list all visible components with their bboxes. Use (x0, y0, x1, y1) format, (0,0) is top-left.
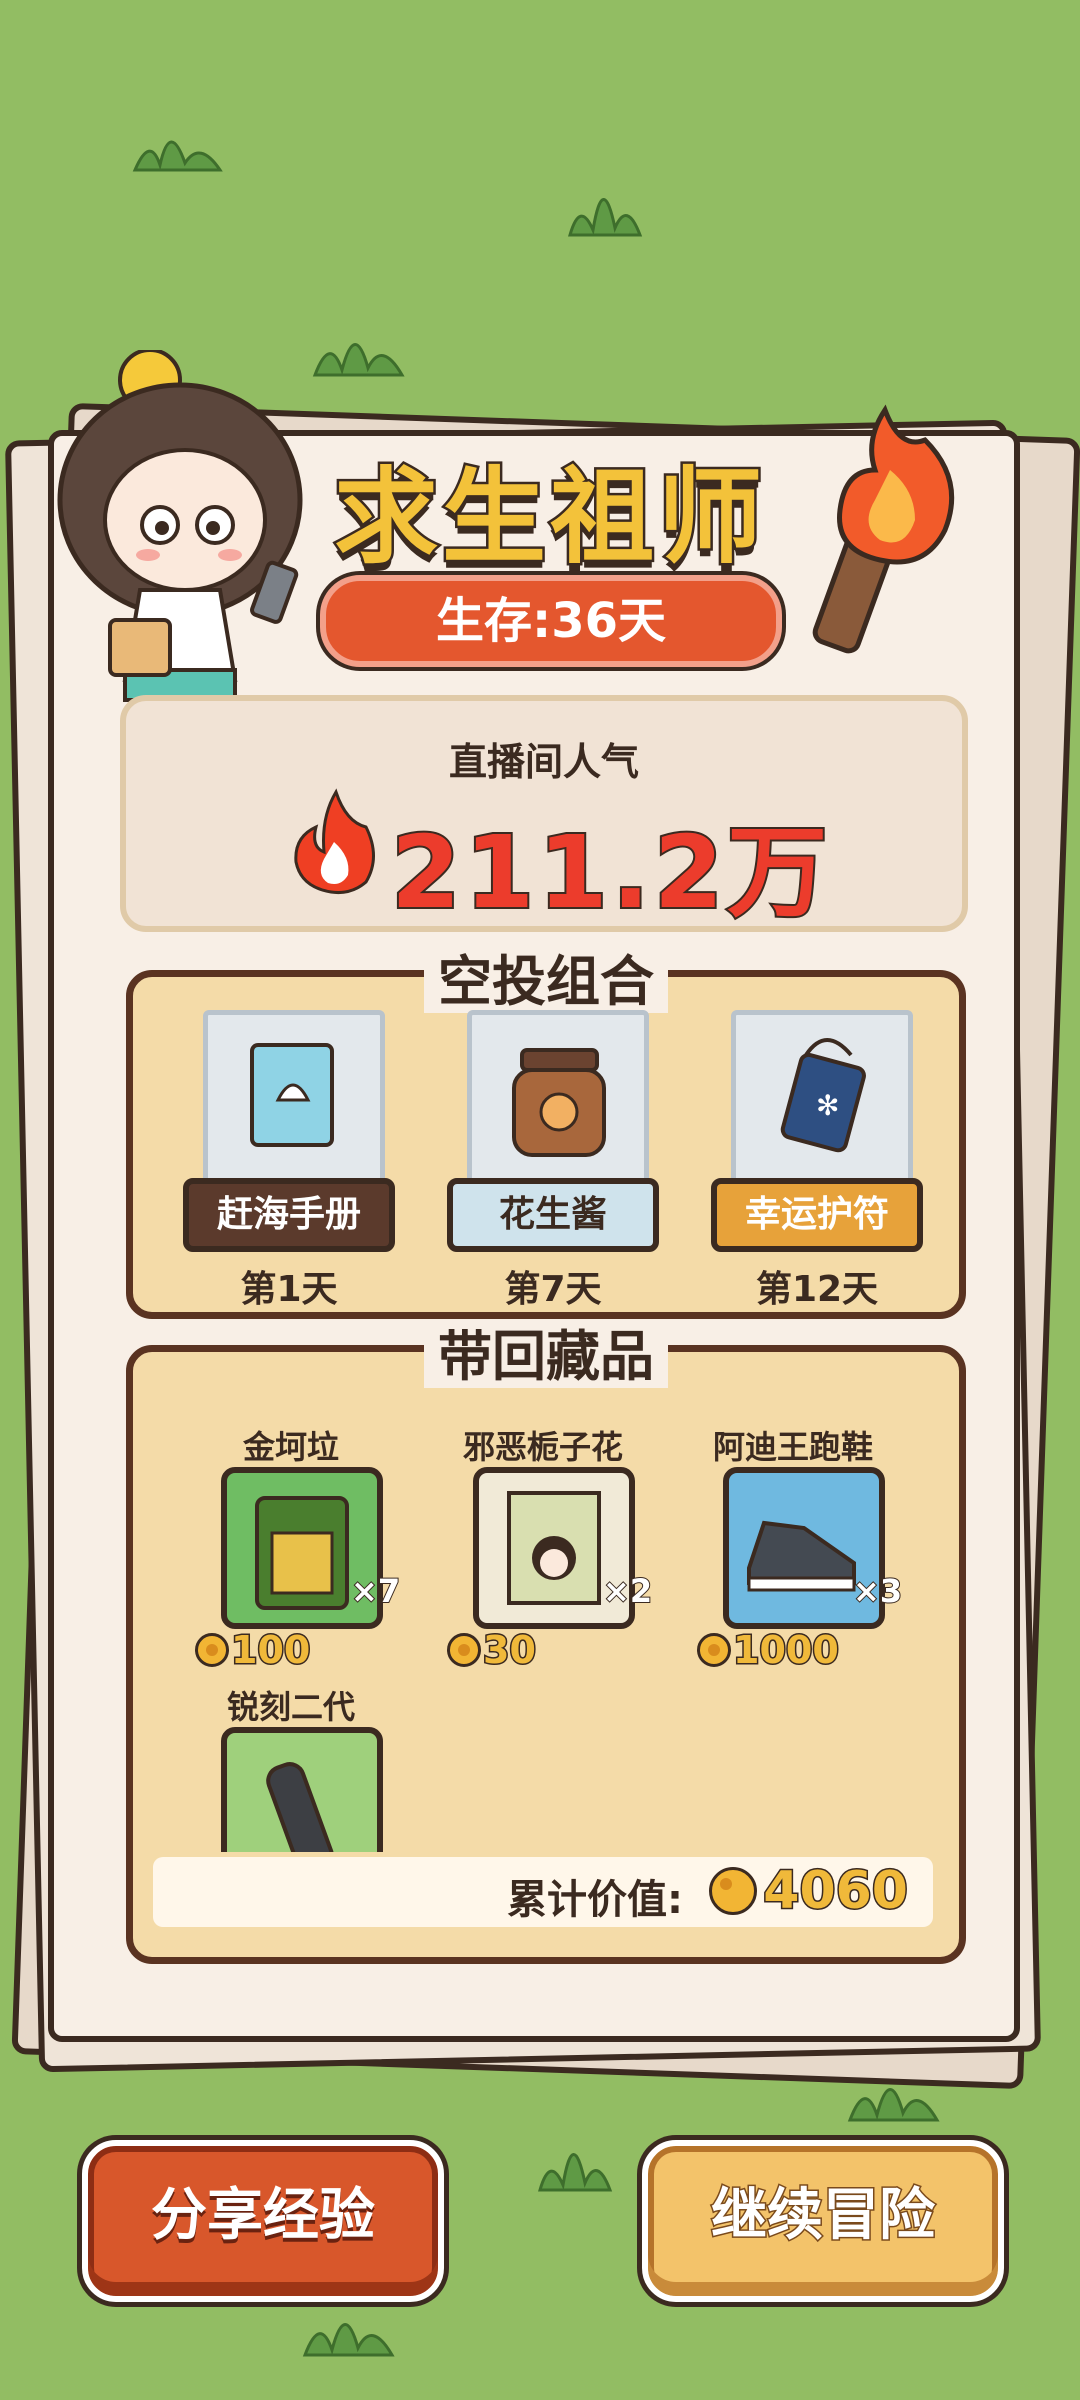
collection-item-count: ×2 (602, 1571, 653, 1611)
airdrop-title: 空投组合 (133, 937, 959, 1016)
collection-item-frame (221, 1727, 383, 1852)
collection-item-count: ×7 (350, 1571, 401, 1611)
collection-item-price: 1000 (697, 1627, 840, 1674)
coin-icon (447, 1633, 481, 1667)
peanut-butter-jar-icon (512, 1048, 606, 1157)
torch-icon (812, 404, 955, 654)
continue-adventure-button[interactable]: 继续冒险 (642, 2140, 1004, 2302)
survival-days-badge: 生存:36天 (320, 575, 782, 667)
collection-item-name: 邪恶栀子花 (462, 1428, 623, 1466)
collection-item-price: 100 (195, 1627, 312, 1674)
handbook-icon (250, 1043, 334, 1147)
page-title: 求生祖师 (331, 454, 766, 581)
total-value-bar: 累计价值: 4060 (153, 1857, 933, 1927)
collection-section: 带回藏品 金坷垃 ×7 100 邪恶栀子花 ×2 30 阿迪王跑鞋 ×3 100… (126, 1325, 966, 1964)
total-value-amount: 4060 (709, 1860, 909, 1923)
share-experience-button[interactable]: 分享经验 (82, 2140, 444, 2302)
airdrop-item-day: 第7天 (504, 1269, 602, 1310)
airdrop-item-name: 幸运护符 (711, 1178, 923, 1252)
airdrop-section: 空投组合 赶海手册 第1天 花生酱 第7天 ✻ 幸运护符 第12天 (126, 950, 966, 1319)
collection-item-name: 阿迪王跑鞋 (712, 1428, 873, 1466)
grass-decoration (568, 198, 643, 237)
coin-icon (709, 1867, 758, 1915)
coin-icon (697, 1633, 731, 1667)
popularity-label: 直播间人气 (448, 740, 639, 784)
collection-item-name: 锐刻二代 (226, 1688, 355, 1726)
airdrop-item-card: ✻ (731, 1010, 913, 1200)
airdrop-item-card (203, 1010, 385, 1200)
streamer-character-icon (57, 350, 303, 737)
popularity-value: 211.2万 (389, 812, 832, 933)
e-cigarette-icon (266, 1762, 334, 1852)
fire-icon (294, 788, 375, 894)
grass-decoration (312, 343, 405, 377)
coin-icon (195, 1633, 229, 1667)
collection-item[interactable]: 锐刻二代 (171, 1682, 411, 1852)
grass-decoration (538, 2153, 613, 2192)
collection-item-count: ×3 (852, 1571, 903, 1611)
total-value-label: 累计价值: (507, 1877, 683, 1923)
airdrop-item-day: 第12天 (755, 1269, 879, 1310)
grass-decoration (132, 140, 223, 172)
lucky-charm-icon: ✻ (780, 1038, 866, 1153)
collection-title: 带回藏品 (133, 1312, 959, 1391)
airdrop-item-card (467, 1010, 649, 1200)
airdrop-item-name: 花生酱 (447, 1178, 659, 1252)
airdrop-item-name: 赶海手册 (183, 1178, 395, 1252)
airdrop-item-day: 第1天 (240, 1269, 338, 1310)
collection-item-name: 金坷垃 (242, 1428, 339, 1466)
collection-item-price: 30 (447, 1627, 537, 1674)
popularity-panel: 直播间人气 211.2万 (120, 695, 968, 933)
svg-text:✻: ✻ (816, 1089, 839, 1122)
